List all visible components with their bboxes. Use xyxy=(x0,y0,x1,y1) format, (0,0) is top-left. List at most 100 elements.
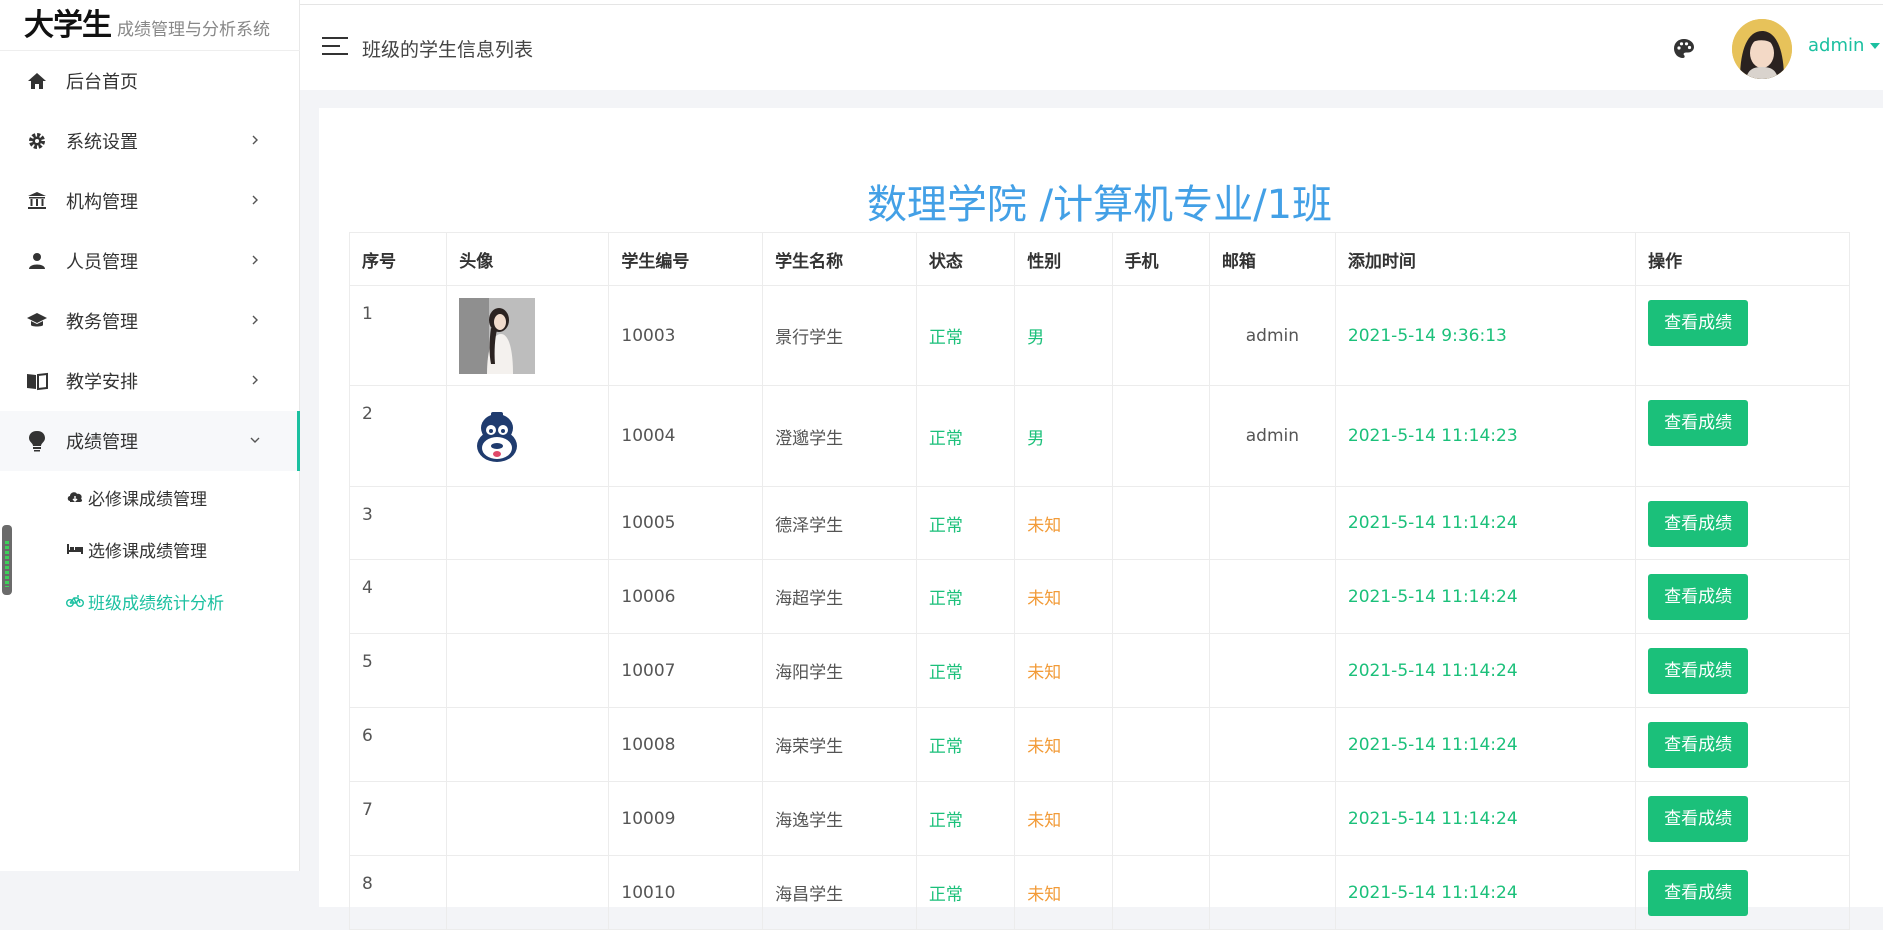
column-header: 添加时间 xyxy=(1334,232,1637,286)
table-row: 6 10008 海荣学生 正常 未知 2021-5-14 11:14:24 查看… xyxy=(348,707,1850,782)
chevron-right-icon xyxy=(246,371,264,389)
sidebar-scroll-handle[interactable] xyxy=(2,525,12,595)
student-id: 10004 xyxy=(608,385,764,487)
sidebar-subitem-label: 选修课成绩管理 xyxy=(88,541,207,562)
sidebar-item-grades[interactable]: 成绩管理 xyxy=(0,411,300,471)
monkey-avatar-icon xyxy=(459,398,536,474)
sidebar-item-academic[interactable]: 教务管理 xyxy=(0,291,300,351)
chevron-right-icon xyxy=(246,251,264,269)
student-id: 10007 xyxy=(608,633,764,708)
book-icon xyxy=(26,370,48,392)
view-grades-button[interactable]: 查看成绩 xyxy=(1648,574,1749,620)
sidebar-subitem-required-grades[interactable]: 必修课成绩管理 xyxy=(0,471,300,523)
sidebar-item-label: 教务管理 xyxy=(66,312,138,333)
user-name-label: admin xyxy=(1808,35,1865,56)
gender-value: 未知 xyxy=(1014,559,1113,634)
phone-value xyxy=(1111,285,1210,386)
sidebar-item-label: 人员管理 xyxy=(66,252,138,273)
sidebar-subitem-label: 班级成绩统计分析 xyxy=(88,593,224,614)
view-grades-button[interactable]: 查看成绩 xyxy=(1648,722,1749,768)
sidebar-item-label: 机构管理 xyxy=(66,192,138,213)
gender-value: 未知 xyxy=(1014,633,1113,708)
column-header: 操作 xyxy=(1635,232,1850,286)
status-badge: 正常 xyxy=(915,707,1016,782)
gear-icon xyxy=(26,130,48,152)
table-row: 8 10010 海昌学生 正常 未知 2021-5-14 11:14:24 查看… xyxy=(348,855,1850,930)
home-icon xyxy=(26,70,48,92)
student-name: 海昌学生 xyxy=(762,855,917,930)
sidebar-item-teaching[interactable]: 教学安排 xyxy=(0,351,300,411)
operation-cell: 查看成绩 xyxy=(1635,559,1850,634)
sidebar-subitem-class-analysis[interactable]: 班级成绩统计分析 xyxy=(0,575,300,627)
table-row: 7 10009 海逸学生 正常 未知 2021-5-14 11:14:24 查看… xyxy=(348,781,1850,856)
status-badge: 正常 xyxy=(915,385,1016,487)
palette-icon[interactable] xyxy=(1672,37,1696,61)
user-menu[interactable]: admin xyxy=(1808,35,1881,56)
sidebar-item-settings[interactable]: 系统设置 xyxy=(0,111,300,171)
student-name: 海阳学生 xyxy=(762,633,917,708)
added-time: 2021-5-14 9:36:13 xyxy=(1334,285,1637,386)
view-grades-button[interactable]: 查看成绩 xyxy=(1648,796,1749,842)
sidebar-item-personnel[interactable]: 人员管理 xyxy=(0,231,300,291)
status-badge: 正常 xyxy=(915,559,1016,634)
view-grades-button[interactable]: 查看成绩 xyxy=(1648,300,1749,346)
column-header: 学生名称 xyxy=(762,232,917,286)
logo: 大学生 成绩管理与分析系统 xyxy=(24,6,270,46)
student-avatar xyxy=(446,633,610,708)
added-time: 2021-5-14 11:14:24 xyxy=(1334,707,1637,782)
added-time: 2021-5-14 11:14:24 xyxy=(1334,781,1637,856)
row-index: 7 xyxy=(348,781,448,856)
row-index: 4 xyxy=(348,559,448,634)
sidebar-subitem-elective-grades[interactable]: 选修课成绩管理 xyxy=(0,523,300,575)
email-value xyxy=(1208,707,1336,782)
menu-toggle-icon[interactable] xyxy=(322,37,348,57)
column-header: 邮箱 xyxy=(1208,232,1336,286)
sidebar-footer xyxy=(0,871,300,907)
caret-down-icon xyxy=(1870,43,1881,49)
row-index: 1 xyxy=(348,285,448,386)
page-title: 班级的学生信息列表 xyxy=(362,39,534,61)
email-value xyxy=(1208,781,1336,856)
column-header: 学生编号 xyxy=(608,232,764,286)
student-avatar xyxy=(446,707,610,782)
gender-value: 未知 xyxy=(1014,707,1113,782)
status-badge: 正常 xyxy=(915,781,1016,856)
graduation-cap-icon xyxy=(26,310,48,332)
student-id: 10008 xyxy=(608,707,764,782)
operation-cell: 查看成绩 xyxy=(1635,285,1850,386)
view-grades-button[interactable]: 查看成绩 xyxy=(1648,870,1749,916)
student-avatar xyxy=(446,559,610,634)
student-id: 10010 xyxy=(608,855,764,930)
email-value xyxy=(1208,855,1336,930)
sidebar-item-organization[interactable]: 机构管理 xyxy=(0,171,300,231)
user-icon xyxy=(26,250,48,272)
view-grades-button[interactable]: 查看成绩 xyxy=(1648,400,1749,446)
row-index: 3 xyxy=(348,486,448,560)
student-name: 景行学生 xyxy=(762,285,917,386)
added-time: 2021-5-14 11:14:23 xyxy=(1334,385,1637,487)
student-id: 10006 xyxy=(608,559,764,634)
added-time: 2021-5-14 11:14:24 xyxy=(1334,559,1637,634)
status-badge: 正常 xyxy=(915,633,1016,708)
sidebar-menu: 后台首页 系统设置 机构管理 人员管理 教务管理 教学安排 成绩管理 必修课成绩… xyxy=(0,51,300,627)
sidebar-subitem-label: 必修课成绩管理 xyxy=(88,489,207,510)
student-avatar xyxy=(446,285,610,386)
gender-value: 未知 xyxy=(1014,781,1113,856)
view-grades-button[interactable]: 查看成绩 xyxy=(1648,648,1749,694)
phone-value xyxy=(1111,707,1210,782)
avatar[interactable] xyxy=(1732,19,1792,79)
student-id: 10003 xyxy=(608,285,764,386)
student-photo-image xyxy=(459,297,536,374)
student-name: 海荣学生 xyxy=(762,707,917,782)
sidebar-item-home[interactable]: 后台首页 xyxy=(0,51,300,111)
row-index: 6 xyxy=(348,707,448,782)
content-card: 数理学院 /计算机专业/1班 序号 头像 学生编号 学生名称 状态 性别 手机 … xyxy=(319,108,1883,930)
chevron-right-icon xyxy=(246,191,264,209)
view-grades-button[interactable]: 查看成绩 xyxy=(1648,501,1749,547)
student-table: 序号 头像 学生编号 学生名称 状态 性别 手机 邮箱 添加时间 操作 1 10… xyxy=(348,232,1850,930)
operation-cell: 查看成绩 xyxy=(1635,707,1850,782)
table-row: 4 10006 海超学生 正常 未知 2021-5-14 11:14:24 查看… xyxy=(348,559,1850,634)
column-header: 状态 xyxy=(915,232,1016,286)
sidebar-item-label: 成绩管理 xyxy=(66,432,138,453)
added-time: 2021-5-14 11:14:24 xyxy=(1334,855,1637,930)
